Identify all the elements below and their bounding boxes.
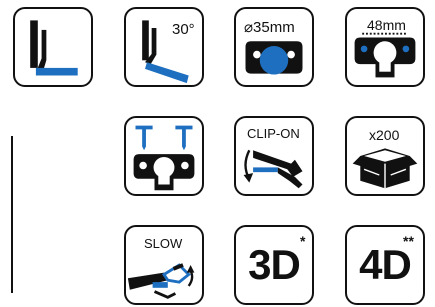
quantity-box-icon: x200 bbox=[345, 116, 425, 196]
clip-on-label: CLIP-ON bbox=[247, 126, 300, 141]
cup-diameter-icon: ⌀35mm bbox=[234, 7, 314, 87]
screw-distance-icon: 48mm bbox=[345, 7, 425, 87]
slow-label: SLOW bbox=[144, 236, 183, 251]
clip-on-icon: CLIP-ON bbox=[234, 116, 314, 196]
quantity-label: x200 bbox=[369, 127, 400, 143]
slow-close-icon: SLOW bbox=[124, 225, 204, 305]
4d-adjust-icon: 4D ** bbox=[345, 225, 425, 305]
distance-label: 48mm bbox=[367, 17, 406, 33]
hinge-flat-icon bbox=[13, 7, 93, 87]
diameter-label: ⌀35mm bbox=[244, 19, 295, 36]
divider-line bbox=[11, 136, 13, 293]
angle-label: 30° bbox=[172, 21, 195, 38]
3d-mark: * bbox=[300, 233, 306, 249]
3d-adjust-icon: 3D * bbox=[234, 225, 314, 305]
4d-mark: ** bbox=[403, 233, 414, 249]
screw-mount-icon bbox=[124, 116, 204, 196]
hinge-angle-icon: 30° bbox=[124, 7, 204, 87]
